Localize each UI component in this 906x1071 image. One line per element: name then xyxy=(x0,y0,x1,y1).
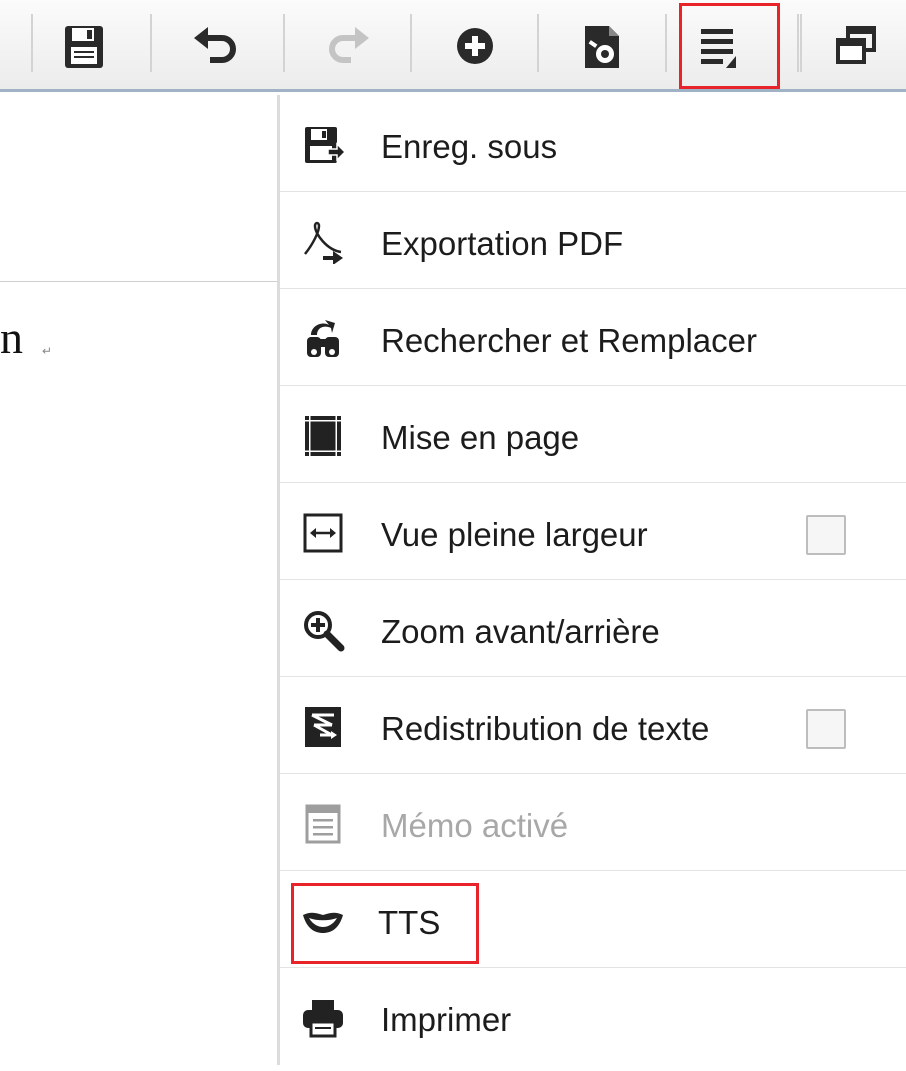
paragraph-mark: ↵ xyxy=(42,344,53,358)
zoom-icon xyxy=(304,611,345,652)
menu-item-save-as[interactable]: Enreg. sous xyxy=(280,95,906,192)
floppy-disk-icon xyxy=(65,26,103,68)
full-width-icon xyxy=(303,513,343,553)
page-layout-icon xyxy=(305,416,341,456)
toolbar-separator xyxy=(537,14,539,72)
text-reflow-icon xyxy=(305,707,341,747)
memo-icon xyxy=(305,804,341,844)
save-button[interactable] xyxy=(52,14,116,78)
menu-item-label: Mémo activé xyxy=(381,807,569,844)
menu-item-label: Enreg. sous xyxy=(381,128,558,165)
full-width-checkbox[interactable] xyxy=(806,515,846,555)
menu-item-print[interactable]: Imprimer xyxy=(280,968,906,1065)
menu-item-label: Zoom avant/arrière xyxy=(381,613,660,650)
menu-item-label: Exportation PDF xyxy=(381,225,624,262)
pdf-export-icon xyxy=(304,221,343,264)
menu-item-page-layout[interactable]: Mise en page xyxy=(280,386,906,483)
toolbar-separator xyxy=(797,14,802,72)
menu-button-highlight xyxy=(679,3,780,89)
menu-item-label: Mise en page xyxy=(381,419,580,456)
printer-icon xyxy=(303,1000,343,1038)
redo-icon xyxy=(329,27,369,63)
menu-item-text-reflow[interactable]: Redistribution de texte xyxy=(280,677,906,774)
save-as-icon xyxy=(305,127,345,163)
toolbar-separator xyxy=(31,14,33,72)
menu-item-zoom[interactable]: Zoom avant/arrière xyxy=(280,580,906,677)
windows-button[interactable] xyxy=(826,14,890,78)
menu-item-label: Rechercher et Remplacer xyxy=(381,322,757,359)
menu-item-export-pdf[interactable]: Exportation PDF xyxy=(280,192,906,289)
menu-item-label: Imprimer xyxy=(381,1001,512,1038)
menu-item-full-width[interactable]: Vue pleine largeur xyxy=(280,483,906,580)
toolbar-separator xyxy=(665,14,667,72)
menu-item-find-replace[interactable]: Rechercher et Remplacer xyxy=(280,289,906,386)
insert-button[interactable] xyxy=(443,14,507,78)
plus-circle-icon xyxy=(457,28,493,64)
text-reflow-checkbox[interactable] xyxy=(806,709,846,749)
menu-item-label: Redistribution de texte xyxy=(381,710,710,747)
undo-button[interactable] xyxy=(184,14,248,78)
undo-icon xyxy=(194,27,236,63)
toolbar-separator xyxy=(283,14,285,72)
toolbar-separator xyxy=(410,14,412,72)
document-divider xyxy=(0,281,278,282)
tts-highlight xyxy=(291,883,479,964)
tools-button[interactable] xyxy=(571,14,635,78)
menu-item-label: Vue pleine largeur xyxy=(381,516,648,553)
redo-button[interactable] xyxy=(315,14,379,78)
toolbar-separator xyxy=(150,14,152,72)
document-tools-icon xyxy=(585,26,619,68)
find-replace-icon xyxy=(307,320,339,357)
toolbar xyxy=(0,0,906,92)
windows-icon xyxy=(836,26,876,64)
document-text[interactable]: n xyxy=(0,311,23,364)
menu-item-memo[interactable]: Mémo activé xyxy=(280,774,906,871)
